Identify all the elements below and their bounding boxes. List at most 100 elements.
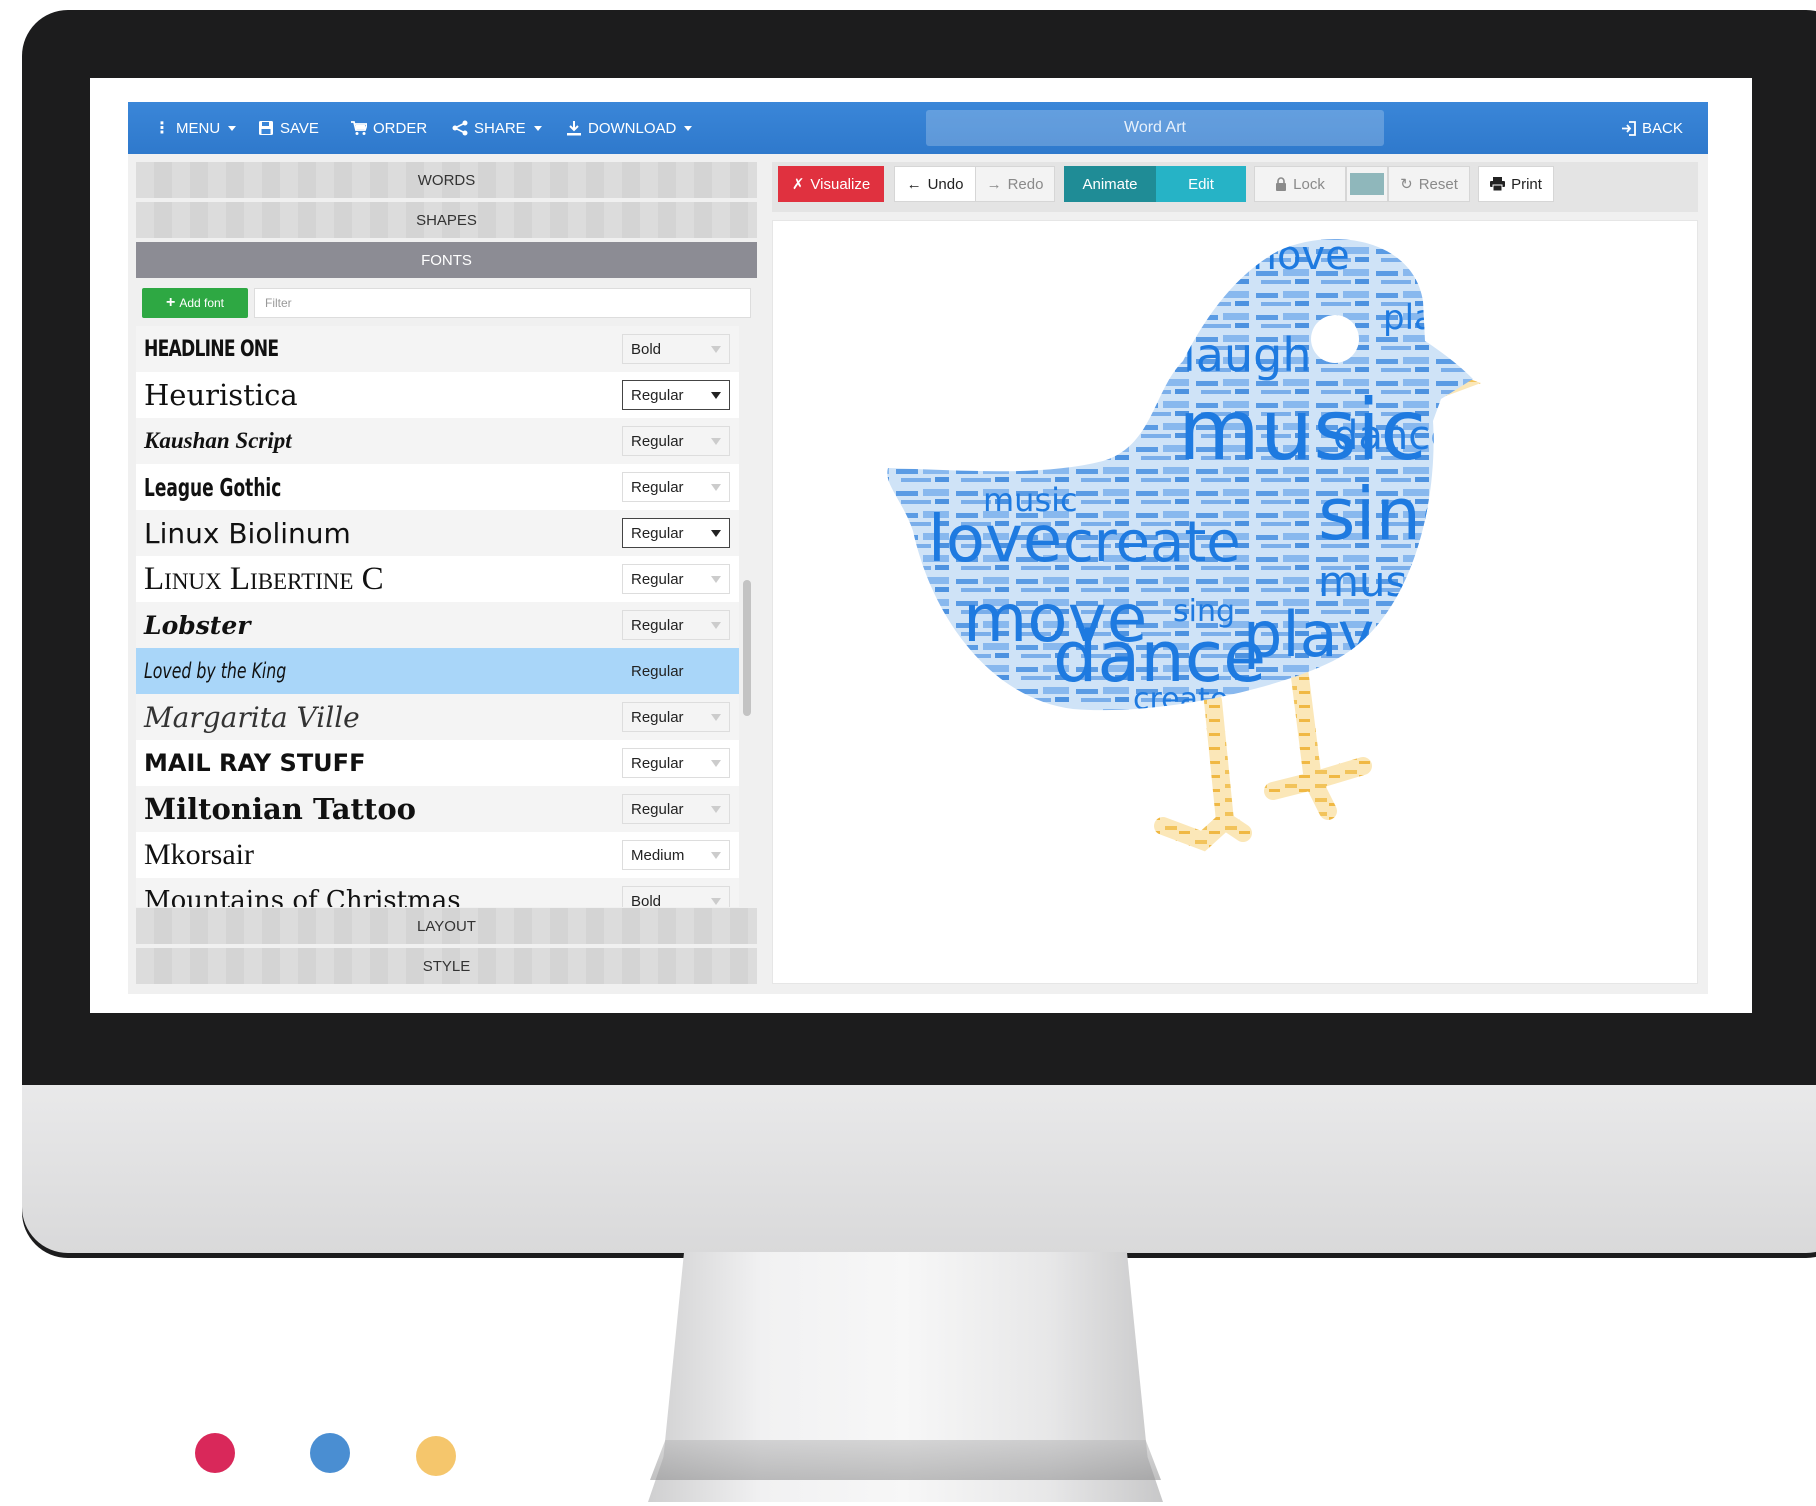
lock-button[interactable]: Lock [1254, 166, 1346, 202]
section-style[interactable]: STYLE [136, 948, 757, 984]
edit-button[interactable]: Edit [1156, 166, 1246, 202]
save-button[interactable]: SAVE [258, 102, 319, 154]
font-row[interactable]: Margarita Ville Regular [136, 694, 739, 740]
font-list-scrollbar[interactable] [743, 580, 751, 716]
order-label: ORDER [373, 119, 428, 137]
cloud-word-play: play [1243, 598, 1374, 671]
weight-value: Bold [631, 340, 662, 358]
word-art-canvas[interactable]: music sing dance move create love play l… [772, 220, 1698, 984]
floppy-disk-icon [259, 121, 273, 135]
share-button[interactable]: SHARE [452, 102, 542, 154]
font-row[interactable]: Lobster Regular [136, 602, 739, 648]
section-style-label: STYLE [422, 957, 471, 975]
download-icon [567, 121, 581, 136]
weight-select[interactable]: Bold [622, 886, 730, 907]
cloud-word-sing-2: sing [1173, 594, 1235, 629]
caret-down-icon [684, 125, 693, 131]
weight-select[interactable]: Medium [622, 840, 730, 870]
cloud-word-move-2: move [1238, 233, 1350, 279]
weight-select[interactable]: Regular [622, 518, 730, 548]
printer-icon [1490, 177, 1506, 191]
caret-down-icon [533, 125, 542, 131]
font-row[interactable]: HEADLINE ONE Bold [136, 326, 739, 372]
vertical-dots-icon: ⋮ [154, 120, 170, 137]
font-row[interactable]: Mkorsair Medium [136, 832, 739, 878]
weight-value: Bold [631, 892, 662, 908]
word-cloud-bird: music sing dance move create love play l… [887, 233, 1481, 852]
dropdown-arrow-icon [711, 346, 721, 353]
font-row[interactable]: MAIL RAY STUFF Regular [136, 740, 739, 786]
weight-value: Regular [631, 432, 684, 450]
share-label: SHARE [474, 119, 526, 137]
dropdown-arrow-icon [711, 898, 721, 905]
menu-button[interactable]: ⋮ MENU [154, 102, 237, 154]
font-row-selected[interactable]: Loved by the King Regular [136, 648, 739, 694]
font-name: Miltonian Tattoo [144, 792, 417, 826]
download-button[interactable]: DOWNLOAD [566, 102, 693, 154]
refresh-icon: ↻ [1400, 176, 1413, 193]
dropdown-arrow-icon [711, 576, 721, 583]
weight-select[interactable]: Regular [622, 380, 730, 410]
font-row[interactable]: Mountains of Christmas Bold [136, 878, 739, 907]
weight-select[interactable]: Regular [622, 472, 730, 502]
redo-label: Redo [1007, 175, 1044, 193]
dropdown-arrow-icon [711, 392, 721, 399]
animate-button[interactable]: Animate [1064, 166, 1156, 202]
title-field[interactable]: Word Art [926, 110, 1384, 146]
animate-label: Animate [1082, 175, 1138, 193]
weight-value: Regular [631, 662, 684, 680]
font-name: Lobster [144, 610, 251, 640]
font-name: Mkorsair [144, 838, 254, 871]
dropdown-arrow-icon [711, 530, 721, 537]
font-row[interactable]: Linux Biolinum Regular [136, 510, 739, 556]
undo-button[interactable]: ← Undo [894, 166, 976, 202]
cloud-word-sing: sing [1318, 472, 1467, 556]
weight-value: Regular [631, 386, 684, 404]
font-row[interactable]: Miltonian Tattoo Regular [136, 786, 739, 832]
section-layout[interactable]: LAYOUT [136, 908, 757, 944]
redo-button[interactable]: → Redo [975, 166, 1055, 202]
dropdown-arrow-icon [711, 484, 721, 491]
section-fonts[interactable]: FONTS [136, 242, 757, 278]
section-words-label: WORDS [417, 171, 476, 189]
font-name: HEADLINE ONE [144, 336, 279, 362]
reset-button[interactable]: ↻ Reset [1388, 166, 1470, 202]
font-name: Margarita Ville [144, 700, 360, 734]
decor-dot-yellow [416, 1436, 456, 1476]
color-swatch-button[interactable] [1346, 166, 1388, 202]
font-row[interactable]: League Gothic Regular [136, 464, 739, 510]
font-filter-input[interactable]: Filter [254, 288, 751, 318]
font-row[interactable]: Kaushan Script Regular [136, 418, 739, 464]
print-button[interactable]: Print [1478, 166, 1554, 202]
section-layout-label: LAYOUT [417, 917, 476, 935]
redo-arrow-icon: → [986, 175, 1002, 193]
weight-select[interactable]: Regular [622, 702, 730, 732]
add-font-button[interactable]: + Add font [142, 288, 248, 318]
weight-select[interactable]: Regular [622, 426, 730, 456]
back-button[interactable]: BACK [1621, 102, 1683, 154]
section-shapes[interactable]: SHAPES [136, 202, 757, 238]
font-row[interactable]: Heuristica Regular [136, 372, 739, 418]
font-list: HEADLINE ONE Bold Heuristica Regular Kau… [136, 326, 739, 907]
sign-in-icon [1622, 120, 1636, 136]
weight-value: Regular [631, 708, 684, 726]
cloud-word-dance-2: dance [1333, 413, 1455, 459]
visualize-button[interactable]: ✗ Visualize [778, 166, 884, 202]
cart-icon [351, 120, 367, 135]
print-label: Print [1511, 175, 1542, 193]
lock-icon [1276, 177, 1287, 191]
font-name: Mountains of Christmas [144, 886, 461, 907]
weight-select[interactable]: Regular [622, 564, 730, 594]
weight-select[interactable]: Regular [622, 748, 730, 778]
lock-label: Lock [1293, 175, 1325, 193]
weight-select[interactable]: Regular [622, 656, 730, 686]
order-button[interactable]: ORDER [351, 102, 427, 154]
weight-select[interactable]: Bold [622, 334, 730, 364]
font-row[interactable]: Linux Libertine C Regular [136, 556, 739, 602]
filter-placeholder: Filter [265, 296, 292, 310]
weight-select[interactable]: Regular [622, 794, 730, 824]
share-icon [452, 120, 468, 136]
section-words[interactable]: WORDS [136, 162, 757, 198]
download-label: DOWNLOAD [588, 119, 677, 137]
weight-select[interactable]: Regular [622, 610, 730, 640]
